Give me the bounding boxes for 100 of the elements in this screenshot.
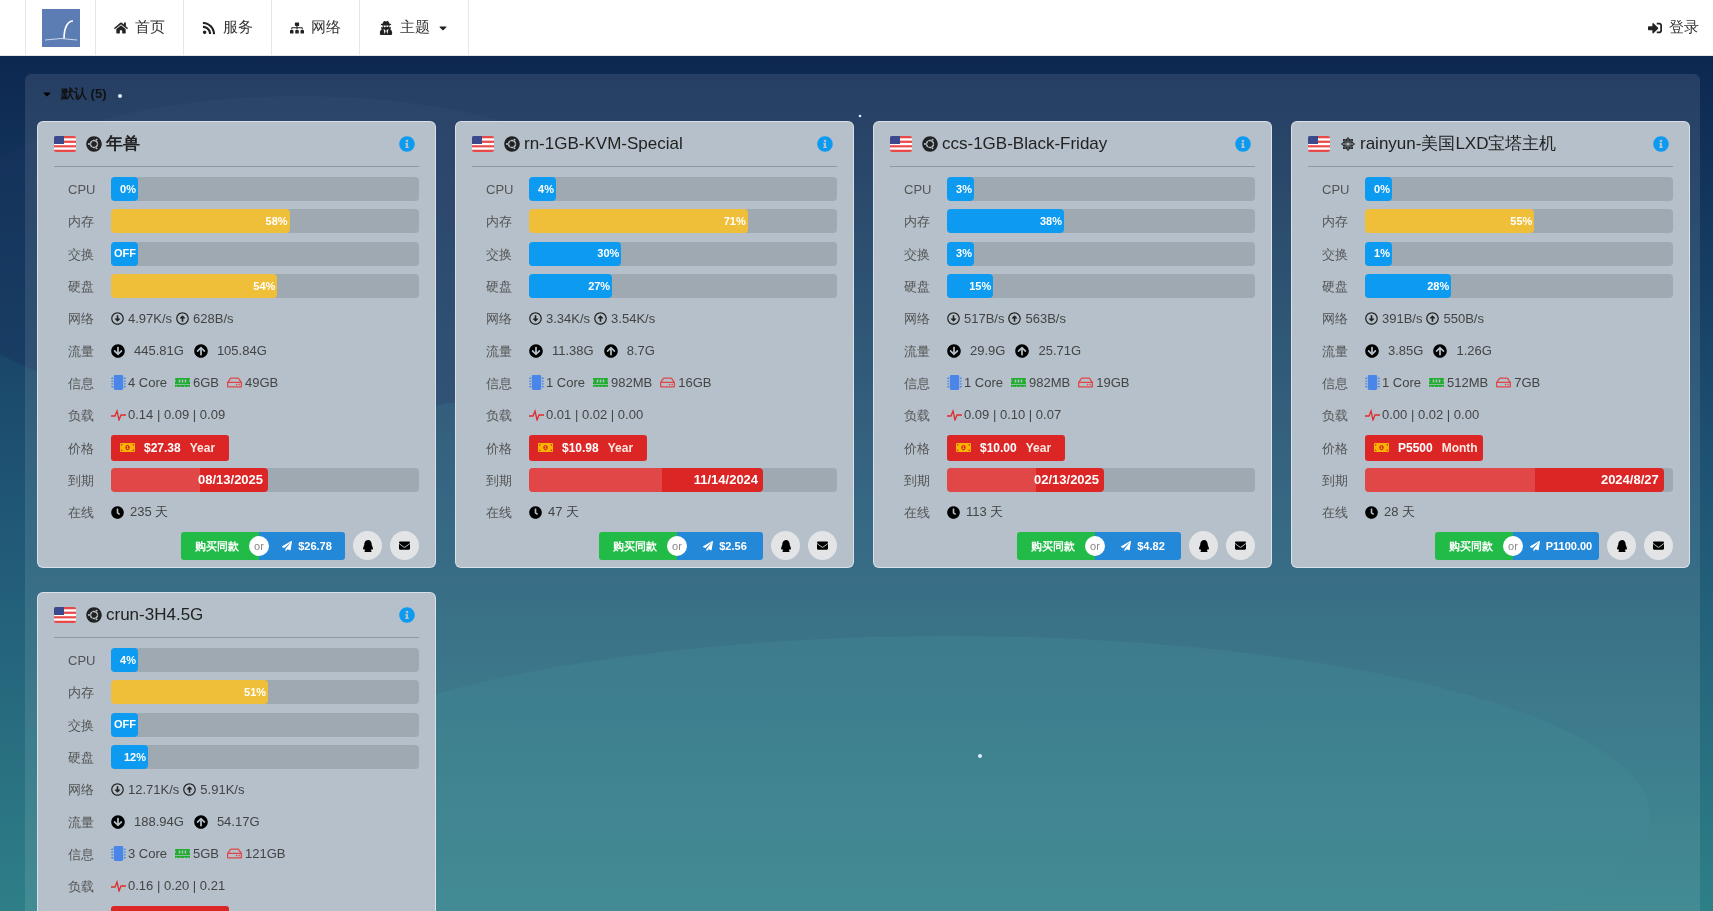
login-link[interactable]: 登录 — [1648, 0, 1713, 55]
row-label: 负载 — [68, 408, 94, 424]
download-speed: 12.71K/s — [128, 780, 180, 799]
download-icon — [529, 311, 542, 325]
pulse-icon — [529, 409, 544, 422]
row-label: 负载 — [68, 879, 94, 895]
row-label: 硬盘 — [68, 750, 94, 766]
billing-period: Month — [1441, 439, 1478, 457]
usage-percent: 0% — [1374, 181, 1390, 197]
row-label: 信息 — [68, 846, 94, 862]
usage-percent: 58% — [265, 214, 288, 230]
download-icon — [1365, 311, 1378, 325]
clock-icon — [947, 505, 960, 519]
download-total: 188.94G — [134, 812, 184, 831]
usage-percent: 4% — [538, 181, 554, 197]
nav-link[interactable]: 网络 — [272, 0, 360, 55]
paper-plane-icon — [1529, 540, 1540, 551]
row-label: 交换 — [68, 246, 94, 262]
usage-percent: 27% — [588, 278, 611, 294]
download-speed: 391B/s — [1382, 309, 1423, 328]
download-speed: 4.97K/s — [128, 309, 173, 328]
row-label: 负载 — [904, 408, 930, 424]
spy-icon — [379, 20, 393, 35]
row-label: 信息 — [1322, 375, 1348, 391]
upload-icon — [1015, 343, 1030, 358]
mail-icon — [1235, 540, 1246, 552]
memory-size: 982MB — [611, 374, 653, 393]
download-speed: 517B/s — [964, 309, 1005, 328]
usage-percent: 12% — [123, 749, 146, 765]
mail-button[interactable] — [808, 531, 837, 561]
row-label: 到期 — [68, 472, 94, 488]
qq-button[interactable] — [1607, 531, 1636, 561]
download-icon — [947, 311, 960, 325]
qq-button[interactable] — [771, 531, 800, 561]
mail-button[interactable] — [1644, 531, 1673, 561]
usage-percent: 3% — [956, 246, 972, 262]
penguin-icon — [361, 539, 374, 552]
row-label: 网络 — [68, 311, 94, 327]
download-icon — [111, 782, 124, 796]
money-icon — [1374, 440, 1389, 455]
memory-size: 5GB — [193, 845, 220, 864]
group-title: 默认 (5) — [61, 85, 107, 104]
upload-icon — [193, 343, 208, 358]
qq-button[interactable] — [353, 531, 382, 561]
row-label: 交换 — [904, 246, 930, 262]
home-icon — [114, 20, 128, 35]
usage-percent: 54% — [253, 278, 276, 294]
server-name: rn-1GB-KVM-Special — [524, 133, 683, 156]
usage-percent: 55% — [1510, 214, 1533, 230]
billing-period: Year — [607, 439, 634, 457]
usage-percent: 28% — [1427, 278, 1450, 294]
nav-link[interactable]: 首页 — [96, 0, 184, 55]
load-average: 0.14 | 0.09 | 0.09 — [128, 406, 226, 425]
qq-button[interactable] — [1189, 531, 1218, 561]
uptime-days: 28 天 — [1384, 502, 1416, 522]
download-total: 11.38G — [552, 341, 594, 360]
row-label: 网络 — [904, 311, 930, 327]
penguin-icon — [1615, 539, 1628, 552]
logo-icon[interactable] — [41, 8, 80, 47]
usage-percent: 4% — [120, 652, 136, 668]
row-label: 流量 — [904, 343, 930, 359]
download-icon — [529, 343, 543, 358]
sign-in-icon — [1648, 20, 1662, 35]
load-average: 0.01 | 0.02 | 0.00 — [546, 406, 644, 425]
row-label: 负载 — [486, 408, 512, 424]
row-label: 硬盘 — [68, 279, 94, 295]
nav-link[interactable]: 主题 — [360, 0, 469, 55]
upload-speed: 563B/s — [1025, 309, 1066, 328]
download-icon — [111, 311, 124, 325]
row-label: CPU — [904, 182, 932, 198]
load-average: 0.16 | 0.20 | 0.21 — [128, 877, 226, 896]
row-label: 价格 — [904, 440, 930, 456]
upload-total: 8.7G — [626, 341, 655, 360]
row-label: 流量 — [1322, 343, 1348, 359]
upload-total: 54.17G — [216, 812, 260, 831]
chip-icon — [529, 375, 544, 391]
mail-button[interactable] — [390, 531, 419, 561]
usage-percent: OFF — [114, 246, 136, 262]
paper-plane-icon — [703, 540, 714, 551]
row-label: 信息 — [904, 375, 930, 391]
server-name: crun-3H4.5G — [106, 604, 204, 627]
row-label: 在线 — [1322, 505, 1348, 521]
uptime-days: 47 天 — [548, 502, 580, 522]
row-label: 价格 — [486, 440, 512, 456]
memory-size: 982MB — [1029, 374, 1071, 393]
money-icon — [956, 440, 971, 455]
billing-period: Year — [189, 439, 216, 457]
upload-total: 25.71G — [1038, 341, 1082, 360]
flag-icon — [54, 136, 76, 152]
server-name: ccs-1GB-Black-Friday — [942, 133, 1108, 156]
nav-link[interactable]: 服务 — [184, 0, 272, 55]
mail-button[interactable] — [1226, 531, 1255, 561]
clock-icon — [111, 505, 124, 519]
row-label: 网络 — [1322, 311, 1348, 327]
download-icon — [111, 814, 125, 829]
upload-icon — [1426, 311, 1440, 325]
price-amount: $27.38 — [144, 439, 181, 457]
upload-icon — [594, 311, 608, 325]
server-name: rainyun-美国LXD宝塔主机 — [1360, 133, 1557, 156]
row-label: 交换 — [68, 717, 94, 733]
